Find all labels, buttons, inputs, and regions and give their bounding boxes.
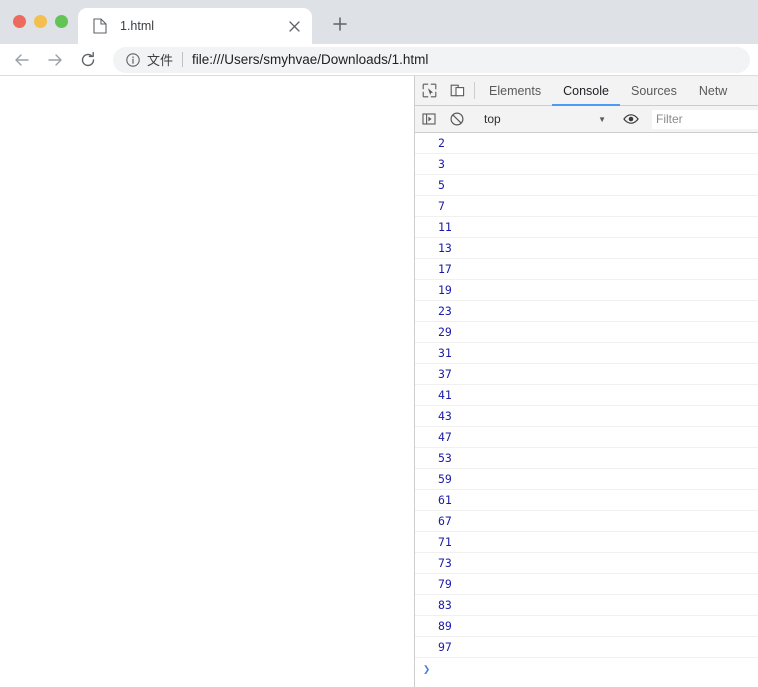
forward-icon[interactable]	[41, 46, 69, 74]
console-log-row: 7	[415, 196, 758, 217]
console-log-row: 13	[415, 238, 758, 259]
console-log-value: 47	[438, 430, 452, 444]
console-log-value: 13	[438, 241, 452, 255]
console-log-value: 3	[438, 157, 445, 171]
console-log-value: 2	[438, 136, 445, 150]
console-log-value: 83	[438, 598, 452, 612]
console-log-value: 71	[438, 535, 452, 549]
console-log-value: 89	[438, 619, 452, 633]
console-log-value: 97	[438, 640, 452, 654]
address-bar-url: file:///Users/smyhvae/Downloads/1.html	[192, 52, 429, 67]
console-log-value: 67	[438, 514, 452, 528]
console-log-value: 19	[438, 283, 452, 297]
chevron-down-icon: ▼	[598, 114, 606, 124]
console-log-value: 53	[438, 451, 452, 465]
console-log-row: 61	[415, 490, 758, 511]
omnibox-divider	[182, 52, 184, 67]
console-log-list: 2 3 5 7 11 13 17 19 23 29 31 37 41 43 47 53 59 61 67 71 73 79…	[415, 133, 758, 658]
console-prompt-caret: ❯	[423, 662, 431, 676]
console-log-value: 23	[438, 304, 452, 318]
console-log-row: 23	[415, 301, 758, 322]
tab-console-label: Console	[563, 83, 609, 98]
clear-console-icon[interactable]	[443, 112, 471, 126]
console-output[interactable]: 2 3 5 7 11 13 17 19 23 29 31 37 41 43 47 53 59 61 67 71 73 79…	[415, 133, 758, 687]
console-log-row: 53	[415, 448, 758, 469]
minimize-window-button[interactable]	[34, 15, 47, 28]
live-expression-eye-icon[interactable]	[617, 112, 645, 126]
console-log-value: 43	[438, 409, 452, 423]
tab-sources[interactable]: Sources	[620, 76, 688, 105]
close-tab-button[interactable]	[284, 16, 304, 36]
console-log-row: 2	[415, 133, 758, 154]
devtools-tab-bar: Elements Console Sources Netw	[415, 76, 758, 106]
console-log-row: 71	[415, 532, 758, 553]
tab-sources-label: Sources	[630, 83, 677, 98]
inspect-element-icon[interactable]	[415, 76, 443, 105]
console-log-row: 59	[415, 469, 758, 490]
console-log-row: 43	[415, 406, 758, 427]
console-log-value: 59	[438, 472, 452, 486]
console-log-value: 61	[438, 493, 452, 507]
reload-icon[interactable]	[74, 46, 102, 74]
console-log-row: 47	[415, 427, 758, 448]
new-tab-button[interactable]	[326, 10, 354, 38]
console-log-value: 31	[438, 346, 452, 360]
window-controls	[13, 15, 68, 28]
browser-window: 1.html 文件 file:///Users/smyhvae/Download…	[0, 0, 758, 687]
console-log-row: 29	[415, 322, 758, 343]
console-log-row: 83	[415, 595, 758, 616]
document-icon	[92, 18, 108, 34]
tab-network[interactable]: Netw	[688, 76, 738, 105]
device-toolbar-icon[interactable]	[443, 76, 471, 105]
console-log-value: 41	[438, 388, 452, 402]
console-log-value: 73	[438, 556, 452, 570]
tab-network-label: Netw	[698, 83, 728, 98]
console-log-value: 37	[438, 367, 452, 381]
console-sidebar-icon[interactable]	[415, 112, 443, 126]
console-log-value: 11	[438, 220, 452, 234]
console-log-row: 17	[415, 259, 758, 280]
browser-tab[interactable]: 1.html	[78, 8, 312, 44]
security-scheme-label: 文件	[147, 53, 174, 68]
execution-context-dropdown[interactable]: top ▼	[478, 110, 610, 129]
tab-title: 1.html	[120, 19, 155, 33]
console-log-row: 79	[415, 574, 758, 595]
console-toolbar: top ▼	[415, 106, 758, 133]
console-log-row: 37	[415, 364, 758, 385]
info-circle-icon[interactable]	[125, 52, 141, 68]
address-bar[interactable]: 文件 file:///Users/smyhvae/Downloads/1.htm…	[113, 46, 750, 73]
console-prompt-row[interactable]: ❯	[415, 658, 758, 680]
devtools-tab-divider	[474, 82, 475, 99]
console-log-value: 17	[438, 262, 452, 276]
console-log-row: 11	[415, 217, 758, 238]
console-log-row: 31	[415, 343, 758, 364]
tab-console[interactable]: Console	[552, 76, 620, 106]
close-window-button[interactable]	[13, 15, 26, 28]
maximize-window-button[interactable]	[55, 15, 68, 28]
console-log-row: 73	[415, 553, 758, 574]
devtools-panel: Elements Console Sources Netw top ▼ Filt…	[414, 76, 758, 687]
console-log-row: 19	[415, 280, 758, 301]
console-log-row: 41	[415, 385, 758, 406]
back-icon[interactable]	[8, 46, 36, 74]
console-log-value: 5	[438, 178, 445, 192]
console-log-row: 67	[415, 511, 758, 532]
console-log-value: 7	[438, 199, 445, 213]
console-log-row: 5	[415, 175, 758, 196]
console-log-row: 97	[415, 637, 758, 658]
console-log-value: 79	[438, 577, 452, 591]
tab-strip: 1.html	[0, 0, 758, 44]
browser-toolbar: 文件 file:///Users/smyhvae/Downloads/1.htm…	[0, 44, 758, 76]
execution-context-label: top	[484, 112, 501, 126]
console-log-row: 89	[415, 616, 758, 637]
tab-elements-label: Elements	[489, 83, 542, 98]
console-filter-input[interactable]	[652, 109, 758, 129]
console-log-value: 29	[438, 325, 452, 339]
tab-elements[interactable]: Elements	[478, 76, 552, 105]
console-log-row: 3	[415, 154, 758, 175]
